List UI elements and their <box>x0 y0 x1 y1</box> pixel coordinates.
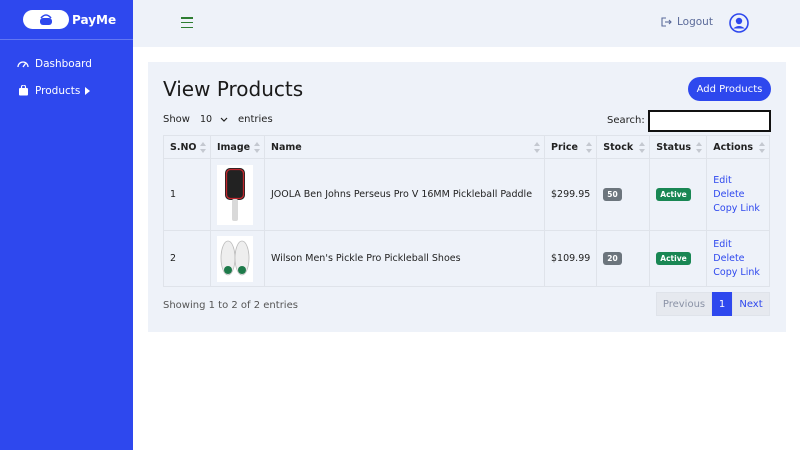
column-header-actions[interactable]: Actions <box>706 135 771 159</box>
products-table: S.NO Image Name Price Stock Status Actio… <box>163 135 771 287</box>
cell-status: Active <box>649 158 708 231</box>
cell-name: Wilson Men's Pickle Pro Pickleball Shoes <box>264 230 545 287</box>
status-badge: Active <box>656 188 691 201</box>
sort-icon <box>534 142 540 153</box>
cell-image <box>210 158 265 231</box>
column-header-sno[interactable]: S.NO <box>163 135 211 159</box>
cell-stock: 50 <box>596 158 651 231</box>
sidebar-item-products[interactable]: Products <box>0 77 133 104</box>
delete-link[interactable]: Delete <box>713 188 763 202</box>
table-header-row: S.NO Image Name Price Stock Status Actio… <box>163 135 771 159</box>
page-title: View Products <box>163 77 304 101</box>
logout-link[interactable]: Logout <box>661 16 713 28</box>
pickleball-paddle-image <box>217 164 253 225</box>
delete-link[interactable]: Delete <box>713 252 763 266</box>
column-header-status[interactable]: Status <box>649 135 708 159</box>
pagination-next[interactable]: Next <box>732 292 770 316</box>
user-avatar-icon[interactable] <box>729 13 749 33</box>
sort-icon <box>586 142 593 153</box>
table-info: Showing 1 to 2 of 2 entries <box>163 300 298 311</box>
page-size-select[interactable]: 10 <box>195 110 232 128</box>
pagination-previous[interactable]: Previous <box>656 292 712 316</box>
basket-icon <box>40 14 52 25</box>
status-badge: Active <box>656 252 691 265</box>
column-header-price[interactable]: Price <box>543 135 598 159</box>
column-header-stock[interactable]: Stock <box>596 135 651 159</box>
column-header-image[interactable]: Image <box>210 135 265 159</box>
pagination: Previous 1 Next <box>656 292 770 316</box>
table-row: 1 JOOLA Ben Johns Perseus Pro V 16MM Pic… <box>163 158 771 231</box>
cell-image <box>210 230 265 287</box>
logout-label: Logout <box>677 16 713 28</box>
menu-toggle-icon[interactable] <box>181 17 193 28</box>
cell-name: JOOLA Ben Johns Perseus Pro V 16MM Pickl… <box>264 158 545 231</box>
sort-icon <box>200 142 206 153</box>
cell-price: $109.99 <box>543 230 598 287</box>
logout-icon <box>661 17 672 27</box>
chevron-right-icon <box>85 86 91 95</box>
logo[interactable]: PayMe <box>0 0 133 40</box>
app-name: PayMe <box>72 12 117 27</box>
logo-badge <box>23 10 69 29</box>
entries-label: entries <box>237 113 273 125</box>
pickleball-shoes-image <box>217 235 253 282</box>
dashboard-icon <box>17 58 29 70</box>
sort-icon <box>696 142 703 153</box>
stock-badge: 20 <box>603 252 622 265</box>
sidebar-item-label: Dashboard <box>35 57 92 70</box>
pagination-page-1[interactable]: 1 <box>712 292 732 316</box>
search-label: Search: <box>607 115 645 126</box>
column-header-name[interactable]: Name <box>264 135 545 159</box>
table-row: 2 Wilson Men's Pickle Pro Pickleball Sho… <box>163 230 771 287</box>
show-label: Show <box>163 113 190 125</box>
stock-badge: 50 <box>603 188 622 201</box>
topbar: Logout <box>133 0 800 47</box>
shopping-bag-icon <box>17 85 29 97</box>
cell-status: Active <box>649 230 708 287</box>
page-size-control: Show 10 entries <box>163 110 273 128</box>
cell-actions: Edit Delete Copy Link <box>706 230 771 287</box>
cell-actions: Edit Delete Copy Link <box>706 158 771 231</box>
sort-icon <box>759 142 766 153</box>
chevron-down-icon <box>220 117 228 122</box>
edit-link[interactable]: Edit <box>713 238 763 252</box>
cell-sno: 1 <box>163 158 211 231</box>
sort-icon <box>254 142 260 153</box>
sidebar: PayMe Dashboard Products <box>0 0 133 450</box>
cell-sno: 2 <box>163 230 211 287</box>
sort-icon <box>639 142 646 153</box>
edit-link[interactable]: Edit <box>713 174 763 188</box>
add-products-button[interactable]: Add Products <box>688 77 771 101</box>
page-size-value: 10 <box>199 113 213 125</box>
cell-price: $299.95 <box>543 158 598 231</box>
sidebar-item-label: Products <box>35 84 81 97</box>
cell-stock: 20 <box>596 230 651 287</box>
products-card: View Products Add Products Show 10 entri… <box>148 62 786 332</box>
copy-link[interactable]: Copy Link <box>713 266 763 280</box>
search-input[interactable] <box>648 110 771 132</box>
sidebar-item-dashboard[interactable]: Dashboard <box>0 50 133 77</box>
copy-link[interactable]: Copy Link <box>713 202 763 216</box>
